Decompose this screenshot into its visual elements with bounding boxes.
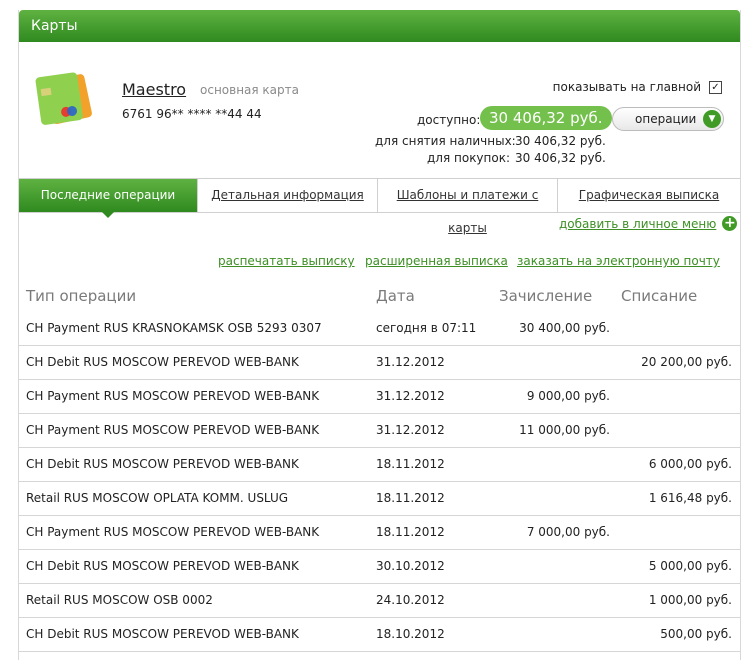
operation-type-cell: CH Debit RUS MOSCOW PEREVOD WEB-BANK: [26, 559, 299, 573]
operation-date-cell: 31.12.2012: [376, 389, 445, 403]
debit-amount-cell: 500,00 руб.: [660, 627, 732, 641]
tab-templates-payments[interactable]: Шаблоны и платежи с карты: [378, 179, 558, 235]
debit-amount-cell: 6 000,00 руб.: [648, 457, 732, 471]
tab-bar: Последние операции Детальная информация …: [19, 178, 740, 235]
card-number: 6761 96** **** **44 44: [122, 107, 262, 121]
email-statement-link[interactable]: заказать на электронную почту: [517, 254, 720, 268]
table-row[interactable]: CH Payment RUS MOSCOW PEREVOD WEB-BANK 31…: [19, 380, 740, 414]
add-menu-label: добавить в личное меню: [559, 216, 717, 231]
show-on-main-toggle[interactable]: показывать на главной ✓: [553, 80, 722, 94]
show-on-main-checkbox[interactable]: ✓: [709, 80, 722, 94]
operation-type-cell: CH Debit RUS MOSCOW PEREVOD WEB-BANK: [26, 355, 299, 369]
operation-type-cell: Retail RUS MOSCOW OSB 0002: [26, 593, 213, 607]
operations-dropdown-button[interactable]: операции ▼: [612, 107, 724, 131]
operation-date-cell: сегодня в 07:11: [376, 321, 477, 335]
credit-amount-cell: 7 000,00 руб.: [526, 525, 610, 539]
tab-label: Детальная информация: [211, 188, 364, 202]
operation-type-cell: CH Payment RUS KRASNOKAMSK OSB 5293 0307: [26, 321, 322, 335]
cash-limit-label: для снятия наличных:: [375, 134, 516, 148]
operation-date-cell: 24.10.2012: [376, 593, 445, 607]
tab-label: Шаблоны и платежи с карты: [396, 188, 539, 235]
card-image: [35, 72, 92, 125]
tab-detailed-info[interactable]: Детальная информация: [198, 179, 378, 212]
credit-amount-cell: 30 400,00 руб.: [519, 321, 610, 335]
operation-type-cell: Retail RUS MOSCOW OPLATA KOMM. USLUG: [26, 491, 289, 505]
debit-amount-cell: 20 200,00 руб.: [641, 355, 732, 369]
operation-date-cell: 30.10.2012: [376, 559, 445, 573]
operation-type-cell: CH Payment RUS MOSCOW PEREVOD WEB-BANK: [26, 423, 320, 437]
print-statement-link[interactable]: распечатать выписку: [218, 254, 355, 268]
tab-label: Графическая выписка: [578, 188, 720, 202]
table-row[interactable]: CH Debit RUS MOSCOW PEREVOD WEB-BANK 18.1…: [19, 618, 740, 652]
operation-date-cell: 18.10.2012: [376, 627, 445, 641]
operations-button-label: операции: [635, 112, 697, 126]
table-row[interactable]: CH Debit RUS MOSCOW PEREVOD WEB-BANK 18.1…: [19, 448, 740, 482]
cards-panel: Карты Maestro основная карта 6761 96** *…: [18, 10, 741, 660]
operation-date-cell: 18.11.2012: [376, 457, 445, 471]
operation-date-cell: 31.12.2012: [376, 355, 445, 369]
operations-table: CH Payment RUS KRASNOKAMSK OSB 5293 0307…: [19, 312, 740, 652]
tab-recent-operations[interactable]: Последние операции: [19, 179, 198, 218]
show-on-main-label: показывать на главной: [552, 80, 701, 94]
column-header-debit: Списание: [621, 287, 698, 305]
available-balance: 30 406,32 руб.: [480, 106, 612, 130]
table-row[interactable]: CH Payment RUS MOSCOW PEREVOD WEB-BANK 18…: [19, 516, 740, 550]
credit-amount-cell: 11 000,00 руб.: [519, 423, 610, 437]
panel-header: Карты: [19, 10, 740, 42]
available-label: доступно:: [417, 113, 481, 127]
extended-statement-link[interactable]: расширенная выписка: [365, 254, 508, 268]
operation-type-cell: CH Debit RUS MOSCOW PEREVOD WEB-BANK: [26, 627, 299, 641]
credit-amount-cell: 9 000,00 руб.: [526, 389, 610, 403]
operation-type-cell: CH Payment RUS MOSCOW PEREVOD WEB-BANK: [26, 389, 320, 403]
operation-type-cell: CH Debit RUS MOSCOW PEREVOD WEB-BANK: [26, 457, 299, 471]
operation-date-cell: 18.11.2012: [376, 525, 445, 539]
operation-date-cell: 31.12.2012: [376, 423, 445, 437]
purchase-limit-label: для покупок:: [427, 151, 511, 165]
table-row[interactable]: CH Debit RUS MOSCOW PEREVOD WEB-BANK 31.1…: [19, 346, 740, 380]
column-header-credit: Зачисление: [499, 287, 593, 305]
panel-title: Карты: [31, 18, 78, 34]
add-to-personal-menu-link[interactable]: добавить в личное меню +: [559, 215, 738, 231]
tab-label: Последние операции: [40, 188, 176, 202]
debit-amount-cell: 5 000,00 руб.: [648, 559, 732, 573]
table-row[interactable]: CH Payment RUS MOSCOW PEREVOD WEB-BANK 31…: [19, 414, 740, 448]
chevron-down-icon: ▼: [703, 110, 721, 128]
card-type-label: основная карта: [200, 83, 299, 97]
card-name-link[interactable]: Maestro: [122, 80, 186, 99]
debit-amount-cell: 1 616,48 руб.: [648, 491, 732, 505]
table-row[interactable]: Retail RUS MOSCOW OSB 0002 24.10.2012 1 00…: [19, 584, 740, 618]
table-row[interactable]: CH Debit RUS MOSCOW PEREVOD WEB-BANK 30.1…: [19, 550, 740, 584]
column-header-date: Дата: [376, 287, 415, 305]
operation-date-cell: 18.11.2012: [376, 491, 445, 505]
table-row[interactable]: CH Payment RUS KRASNOKAMSK OSB 5293 0307…: [19, 312, 740, 346]
operation-type-cell: CH Payment RUS MOSCOW PEREVOD WEB-BANK: [26, 525, 320, 539]
cash-limit-value: 30 406,32 руб.: [515, 134, 606, 148]
debit-amount-cell: 1 000,00 руб.: [648, 593, 732, 607]
table-row[interactable]: Retail RUS MOSCOW OPLATA KOMM. USLUG 18.1…: [19, 482, 740, 516]
tab-graphic-statement[interactable]: Графическая выписка: [558, 179, 740, 212]
purchase-limit-value: 30 406,32 руб.: [515, 151, 606, 165]
plus-icon: +: [722, 215, 738, 231]
column-header-type: Тип операции: [26, 287, 137, 305]
